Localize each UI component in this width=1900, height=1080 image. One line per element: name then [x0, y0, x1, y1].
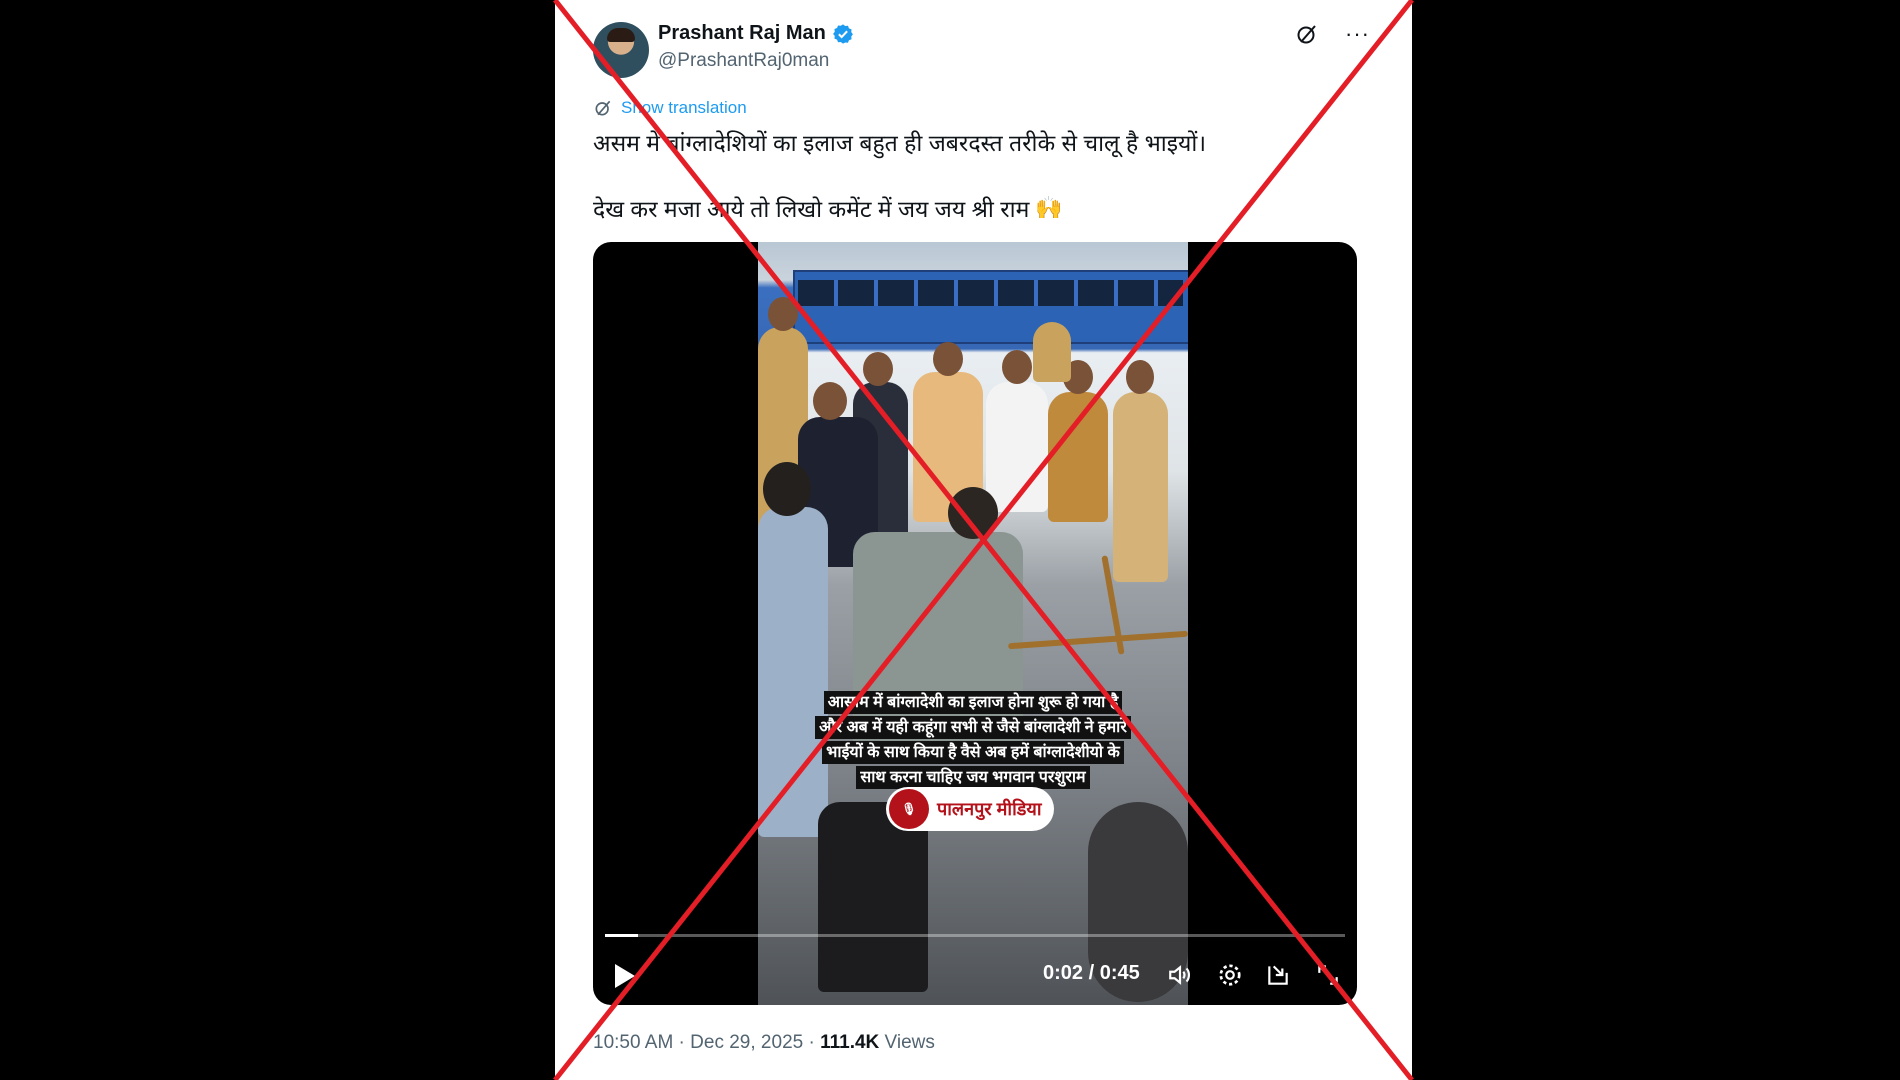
- post-text-line2-text: देख कर मजा आये तो लिखो कमेंट में जय जय श…: [593, 196, 1030, 222]
- person-head-shape: [863, 352, 893, 386]
- raised-hands-icon: 🙌: [1035, 195, 1063, 220]
- author-name[interactable]: Prashant Raj Man: [658, 22, 854, 45]
- caption-line-1: आसाम में बांग्लादेशी का इलाज होना शुरू ह…: [823, 691, 1123, 714]
- avatar[interactable]: [593, 22, 649, 78]
- video-caption: आसाम में बांग्लादेशी का इलाज होना शुरू ह…: [783, 690, 1163, 790]
- video-player[interactable]: आसाम में बांग्लादेशी का इलाज होना शुरू ह…: [593, 242, 1357, 1005]
- stick-shape: [1008, 630, 1188, 650]
- microphone-logo-icon: 🎙: [889, 789, 929, 829]
- person-shape: [1113, 392, 1168, 582]
- play-icon[interactable]: [615, 964, 635, 988]
- duration-time: 0:45: [1099, 962, 1140, 984]
- video-controls: 0:02 / 0:45: [593, 956, 1357, 996]
- media-watermark: 🎙 पालनपुर मीडिया: [886, 787, 1054, 831]
- settings-gear-icon[interactable]: [1217, 962, 1243, 988]
- show-translation-link[interactable]: Show translation: [593, 98, 747, 118]
- person-head-shape: [1002, 350, 1032, 384]
- more-options-icon[interactable]: ···: [1345, 23, 1370, 45]
- post-text-line1: असम में बांग्लादेशियों का इलाज बहुत ही ज…: [593, 130, 1207, 156]
- video-progress-bar[interactable]: [605, 934, 1345, 937]
- caption-line-3: भाईयों के साथ किया है वैसे अब हमें बांग्…: [822, 741, 1124, 764]
- bus-windows-shape: [798, 280, 1183, 306]
- picture-in-picture-icon[interactable]: [1265, 962, 1291, 988]
- verified-badge-icon: [832, 23, 853, 44]
- volume-icon[interactable]: [1167, 962, 1193, 988]
- grok-translate-icon: [595, 100, 611, 116]
- post-time[interactable]: 10:50 AM: [593, 1032, 673, 1053]
- person-head-shape: [933, 342, 963, 376]
- person-shape: [1033, 322, 1071, 382]
- caption-line-4: साथ करना चाहिए जय भगवान परशुराम: [856, 766, 1090, 789]
- post-footer: 10:50 AM · Dec 29, 2025 · 111.4K Views: [593, 1032, 935, 1053]
- views-label: Views: [884, 1032, 935, 1053]
- top-actions: ···: [1295, 22, 1370, 46]
- person-head-shape: [763, 462, 811, 516]
- post-date[interactable]: Dec 29, 2025: [690, 1032, 803, 1053]
- video-progress-fill: [605, 934, 638, 937]
- person-head-shape: [1126, 360, 1154, 394]
- grok-icon[interactable]: [1295, 22, 1319, 46]
- fullscreen-icon[interactable]: [1315, 962, 1341, 988]
- author-name-text[interactable]: Prashant Raj Man: [658, 22, 826, 45]
- post-text-line2: देख कर मजा आये तो लिखो कमेंट में जय जय श…: [593, 192, 1063, 224]
- video-time: 0:02 / 0:45: [1043, 962, 1140, 984]
- person-head-shape: [813, 382, 847, 420]
- person-head-shape: [948, 487, 998, 539]
- caption-line-2: और अब में यही कहूंगा सभी से जैसे बांग्ला…: [815, 716, 1131, 739]
- watermark-text: पालनपुर मीडिया: [937, 799, 1042, 819]
- show-translation-label[interactable]: Show translation: [621, 98, 747, 118]
- person-head-shape: [768, 297, 798, 331]
- author-handle[interactable]: @PrashantRaj0man: [658, 50, 829, 72]
- tweet-card: Prashant Raj Man @PrashantRaj0man ··· Sh…: [555, 0, 1412, 1080]
- elapsed-time: 0:02: [1043, 962, 1084, 984]
- views-count: 111.4K: [820, 1032, 880, 1053]
- person-shape: [1048, 392, 1108, 522]
- person-shape: [986, 382, 1048, 512]
- video-frame[interactable]: आसाम में बांग्लादेशी का इलाज होना शुरू ह…: [758, 242, 1188, 1005]
